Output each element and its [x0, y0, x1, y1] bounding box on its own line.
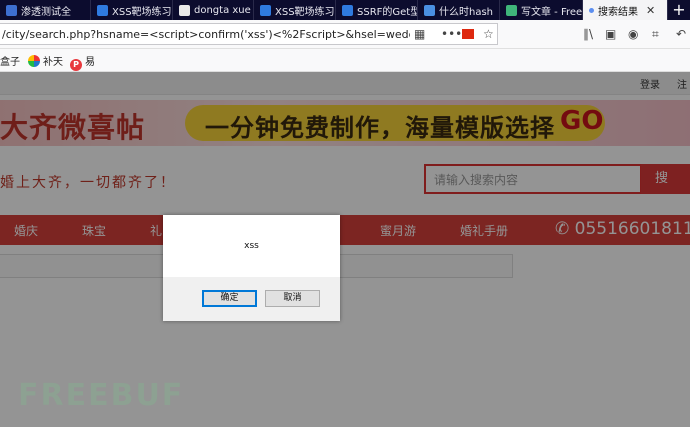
page-actions-icon[interactable]: •••	[441, 27, 462, 41]
china-flag-icon[interactable]	[462, 29, 474, 39]
screenshot-crop-icon[interactable]: ⌗	[652, 27, 659, 42]
loading-dot-icon	[589, 7, 594, 13]
dialog-message: xss	[244, 241, 259, 251]
tab-label: 什么时hash	[439, 6, 494, 18]
tab-xss-range-1[interactable]: XSS靶场练习	[91, 0, 173, 20]
confirm-dialog: xss 确定 取消	[163, 215, 340, 321]
url-bar[interactable]: /city/search.php?hsname=<script>confirm(…	[0, 23, 498, 45]
bookmark-label: 易	[85, 57, 95, 68]
back-icon[interactable]: ↶	[676, 27, 686, 41]
tab-ssrf[interactable]: SSRF的Get型	[336, 0, 418, 20]
freebuf-watermark: FREEBUF	[18, 378, 185, 413]
bookmark-butian[interactable]: 补天	[28, 53, 63, 68]
tab-dongta[interactable]: dongta xue	[173, 0, 254, 20]
tab-label: 渗透测试全	[21, 6, 71, 18]
site-favicon-icon	[97, 4, 108, 16]
cancel-button[interactable]: 取消	[265, 290, 320, 307]
tab-label: SSRF的Get型	[357, 6, 418, 18]
tab-label: XSS靶场练习	[275, 6, 335, 18]
bookmark-p[interactable]: P易	[70, 53, 95, 71]
tab-bar: 渗透测试全 XSS靶场练习 dongta xue XSS靶场练习 SSRF的Ge…	[0, 0, 690, 20]
sidebar-icon[interactable]: ▣	[605, 27, 616, 41]
bookmark-label: 盒子	[0, 57, 20, 68]
tab-write-article[interactable]: 写文章 - Free	[500, 0, 583, 20]
bookmarks-bar: 盒子 补天 P易	[0, 49, 690, 72]
tab-xss-range-2[interactable]: XSS靶场练习	[254, 0, 336, 20]
tab-label: dongta xue	[194, 4, 251, 16]
bookmark-box[interactable]: 盒子	[0, 53, 20, 68]
account-icon[interactable]: ◉	[628, 27, 638, 41]
site-favicon-icon	[342, 4, 353, 16]
page-favicon-icon	[179, 4, 190, 16]
bookmark-label: 补天	[43, 57, 63, 68]
url-text[interactable]: /city/search.php?hsname=<script>confirm(…	[2, 28, 410, 41]
p-icon: P	[70, 59, 82, 71]
ok-button[interactable]: 确定	[202, 290, 257, 307]
qr-code-icon[interactable]: ▦	[414, 27, 425, 41]
tab-label: XSS靶场练习	[112, 6, 172, 18]
new-tab-button[interactable]: +	[668, 0, 690, 20]
site-favicon-icon	[6, 4, 17, 16]
tab-hash[interactable]: 什么时hash	[418, 0, 500, 20]
close-tab-icon[interactable]: ✕	[646, 4, 655, 17]
tab-label: 搜索结果	[598, 6, 638, 18]
dialog-footer: 确定 取消	[163, 277, 340, 321]
library-icon[interactable]: ∥\	[583, 27, 593, 41]
modal-overlay	[0, 72, 690, 427]
site-favicon-icon	[260, 4, 271, 16]
freebuf-favicon-icon	[506, 4, 517, 16]
tab-search-results[interactable]: 搜索结果 ✕	[583, 0, 668, 20]
butian-icon	[28, 55, 40, 67]
bookmark-star-icon[interactable]: ☆	[483, 27, 494, 41]
tab-pentest[interactable]: 渗透测试全	[0, 0, 91, 20]
tab-label: 写文章 - Free	[521, 6, 583, 18]
puzzle-favicon-icon	[424, 4, 435, 16]
navigation-toolbar: /city/search.php?hsname=<script>confirm(…	[0, 20, 690, 49]
